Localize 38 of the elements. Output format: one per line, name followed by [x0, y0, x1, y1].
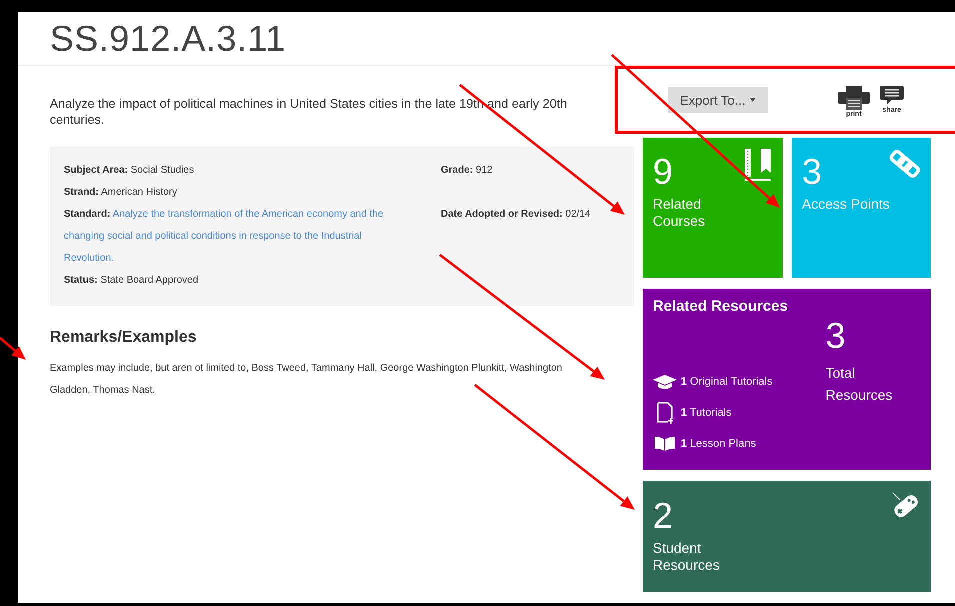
graduation-cap-icon — [653, 375, 677, 389]
caret-icon — [750, 98, 756, 102]
total-label: Total Resources — [826, 364, 894, 405]
tile-count: 9 — [653, 152, 674, 192]
chain-icon — [889, 148, 921, 180]
resource-link[interactable]: 1 Tutorials — [681, 407, 732, 419]
standard-field: Standard: Analyze the transformation of the American economy and the changing social and political conditions in response to the Industrial Revolution. — [64, 204, 409, 270]
speech-bubble-icon — [880, 86, 904, 106]
tile-label: Related Courses — [653, 196, 706, 230]
tile-label: Access Points — [802, 196, 891, 213]
remarks-text: Examples may include, but aren ot limited to, Boss Tweed, Tammany Hall, George Washington Plunkitt, Washington Gladden, Thomas Nast. — [50, 362, 564, 398]
resource-link[interactable]: 1 Original Tutorials — [681, 376, 773, 388]
field-value: 02/14 — [566, 209, 591, 220]
tile-count: 3 — [802, 152, 822, 192]
tile-label: Student Resources — [653, 540, 721, 574]
field-label: Status: — [64, 275, 98, 286]
student-resources-tile[interactable]: 2 Student Resources — [643, 481, 931, 592]
field-label: Grade: — [441, 165, 474, 176]
field-label: Subject Area: — [64, 165, 128, 176]
resource-link[interactable]: 1 Lesson Plans — [681, 438, 756, 450]
remarks-heading: Remarks/Examples — [50, 328, 198, 348]
field-label: Strand: — [64, 187, 99, 198]
field-value: 912 — [476, 165, 493, 176]
document-plus-icon — [657, 402, 673, 424]
printer-icon — [838, 86, 870, 110]
related-resources-card[interactable]: Related Resources 1 Original Tutorials 1 Tutorials 1 Lesson Plans 3 Total Resources — [643, 289, 931, 470]
tile-count: 2 — [653, 496, 674, 536]
field-value: State Board Approved — [100, 275, 199, 286]
page-title: SS.912.A.3.11 — [50, 17, 286, 61]
field-value: Social Studies — [130, 165, 194, 176]
field-value: American History — [101, 187, 178, 198]
field-label: Date Adopted or Revised: — [441, 209, 563, 220]
annotation-arrow — [0, 337, 26, 360]
card-title: Related Resources — [653, 298, 790, 316]
book-icon — [743, 148, 773, 182]
open-book-icon — [654, 436, 676, 452]
total-count: 3 — [826, 316, 846, 356]
export-button[interactable]: Export To... — [668, 87, 768, 113]
